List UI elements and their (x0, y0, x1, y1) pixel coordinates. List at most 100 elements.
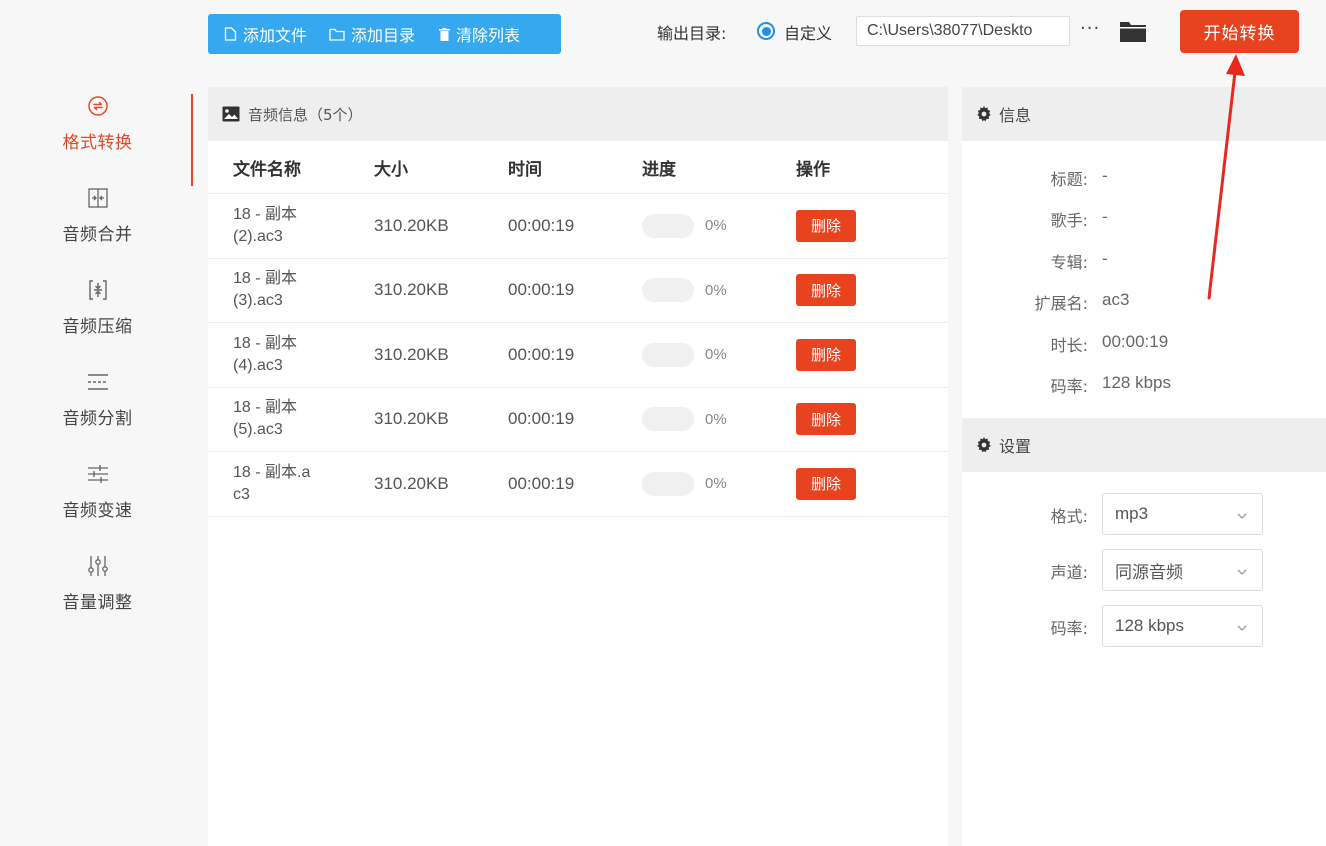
output-dir-label: 输出目录: (657, 24, 727, 43)
progress-bar (642, 388, 694, 452)
sidebar-item-label: 音频分割 (62, 409, 133, 429)
table-row[interactable]: 18 - 副本 (3).ac3 310.20KB 00:00:19 0% 删除 (208, 259, 948, 323)
delete-button[interactable]: 删除 (796, 338, 856, 371)
file-list-title: 音频信息（5个） (248, 105, 363, 124)
file-size: 310.20KB (374, 280, 449, 300)
sidebar-item-format-convert[interactable]: 格式转换 (0, 94, 195, 186)
table-row[interactable]: 18 - 副本 (2).ac3 310.20KB 00:00:19 0% 删除 (208, 194, 948, 259)
sidebar: 格式转换 音频合并 音频压缩 音频分割 音频变速 音量调整 (0, 0, 195, 846)
add-file-label: 添加文件 (243, 26, 308, 45)
file-name: 18 - 副本 (4).ac3 (233, 334, 298, 374)
channel-label: 声道: (1050, 563, 1088, 582)
sidebar-item-merge[interactable]: 音频合并 (0, 186, 195, 276)
add-directory-button[interactable]: 添加目录 (329, 14, 415, 54)
file-size: 310.20KB (374, 215, 449, 235)
column-time: 时间 (508, 159, 542, 180)
open-folder-icon[interactable] (1120, 20, 1146, 46)
compress-icon (86, 278, 110, 302)
file-time: 00:00:19 (508, 344, 575, 364)
folder-outline-icon (329, 28, 345, 41)
sidebar-item-speed[interactable]: 音频变速 (0, 462, 195, 552)
file-time: 00:00:19 (508, 280, 575, 300)
info-header: 信息 (962, 87, 1326, 141)
bitrate-setting: 码率: 128 kbps (962, 605, 1326, 647)
file-size: 310.20KB (374, 473, 449, 493)
sidebar-item-label: 音频合并 (62, 225, 133, 245)
file-toolbar: 添加文件 添加目录 清除列表 (208, 14, 561, 54)
progress-bar (642, 323, 694, 387)
file-list-panel: 音频信息（5个） 文件名称 大小 时间 进度 操作 18 - 副本 (2).ac3… (208, 87, 948, 846)
file-time: 00:00:19 (508, 215, 575, 235)
column-progress: 进度 (642, 159, 676, 180)
file-name: 18 - 副本.a c3 (233, 463, 311, 503)
browse-more-button[interactable]: ··· (1080, 18, 1100, 39)
file-size: 310.20KB (374, 344, 449, 364)
details-panel: 信息 标题: - 歌手: - 专辑: - 扩展名: ac3 时长: 00:00:19 码率… (962, 87, 1326, 846)
channel-select[interactable]: 同源音频 (1102, 549, 1263, 591)
sidebar-item-label: 格式转换 (62, 133, 133, 153)
progress-text: 0% (705, 475, 727, 493)
delete-button[interactable]: 删除 (796, 403, 856, 436)
channel-setting: 声道: 同源音频 (962, 549, 1326, 591)
file-name: 18 - 副本 (2).ac3 (233, 205, 298, 245)
format-setting: 格式: mp3 (962, 493, 1326, 535)
table-row[interactable]: 18 - 副本 (4).ac3 310.20KB 00:00:19 0% 删除 (208, 323, 948, 388)
format-select[interactable]: mp3 (1102, 493, 1263, 535)
add-directory-label: 添加目录 (351, 26, 416, 45)
progress-text: 0% (705, 281, 727, 299)
clear-list-label: 清除列表 (456, 26, 521, 45)
file-time: 00:00:19 (508, 473, 575, 493)
info-title: 信息 (999, 106, 1032, 125)
split-icon (86, 370, 110, 394)
progress-text: 0% (705, 217, 727, 235)
delete-button[interactable]: 删除 (796, 274, 856, 307)
chevron-down-icon (1236, 507, 1248, 527)
sidebar-item-split[interactable]: 音频分割 (0, 370, 195, 460)
chevron-down-icon (1236, 619, 1248, 639)
progress-bar (642, 452, 694, 516)
delete-button[interactable]: 删除 (796, 467, 856, 500)
chevron-down-icon (1236, 563, 1248, 583)
sidebar-item-volume[interactable]: 音量调整 (0, 554, 195, 644)
output-path-input[interactable]: C:\Users\38077\Deskto (856, 16, 1070, 46)
start-convert-button[interactable]: 开始转换 (1180, 10, 1299, 53)
bitrate-label: 码率: (1050, 619, 1088, 638)
column-size: 大小 (374, 159, 408, 180)
gear-icon (976, 106, 992, 122)
image-icon (222, 106, 240, 122)
progress-bar (642, 259, 694, 323)
speed-icon (86, 462, 110, 486)
trash-icon (439, 27, 451, 41)
file-list-header: 音频信息（5个） (208, 87, 948, 141)
file-size: 310.20KB (374, 409, 449, 429)
format-label: 格式: (1050, 507, 1088, 526)
volume-sliders-icon (86, 554, 110, 578)
settings-title: 设置 (999, 437, 1032, 456)
settings-header: 设置 (962, 418, 1326, 472)
table-row[interactable]: 18 - 副本.a c3 310.20KB 00:00:19 0% 删除 (208, 452, 948, 517)
file-time: 00:00:19 (508, 409, 575, 429)
column-name: 文件名称 (233, 159, 301, 180)
merge-icon (86, 186, 110, 210)
clear-list-button[interactable]: 清除列表 (439, 14, 520, 54)
format-convert-icon (86, 94, 110, 118)
column-action: 操作 (796, 159, 830, 180)
bitrate-select[interactable]: 128 kbps (1102, 605, 1263, 647)
sidebar-item-compress[interactable]: 音频压缩 (0, 278, 195, 368)
custom-dir-radio[interactable] (757, 22, 775, 40)
table-header: 文件名称 大小 时间 进度 操作 (208, 141, 948, 194)
info-list: 标题: - 歌手: - 专辑: - 扩展名: ac3 时长: 00:00:19 码率: 12… (1034, 166, 1171, 396)
delete-button[interactable]: 删除 (796, 209, 856, 242)
progress-bar (642, 194, 694, 258)
gear-icon (976, 437, 992, 453)
custom-dir-radio-label[interactable]: 自定义 (784, 20, 832, 44)
progress-text: 0% (705, 410, 727, 428)
sidebar-item-label: 音量调整 (62, 593, 133, 613)
file-name: 18 - 副本 (5).ac3 (233, 399, 298, 439)
file-name: 18 - 副本 (3).ac3 (233, 270, 298, 310)
sidebar-item-label: 音频变速 (62, 501, 133, 521)
add-file-button[interactable]: 添加文件 (224, 14, 307, 54)
progress-text: 0% (705, 346, 727, 364)
table-row[interactable]: 18 - 副本 (5).ac3 310.20KB 00:00:19 0% 删除 (208, 388, 948, 452)
sidebar-item-label: 音频压缩 (62, 317, 133, 337)
